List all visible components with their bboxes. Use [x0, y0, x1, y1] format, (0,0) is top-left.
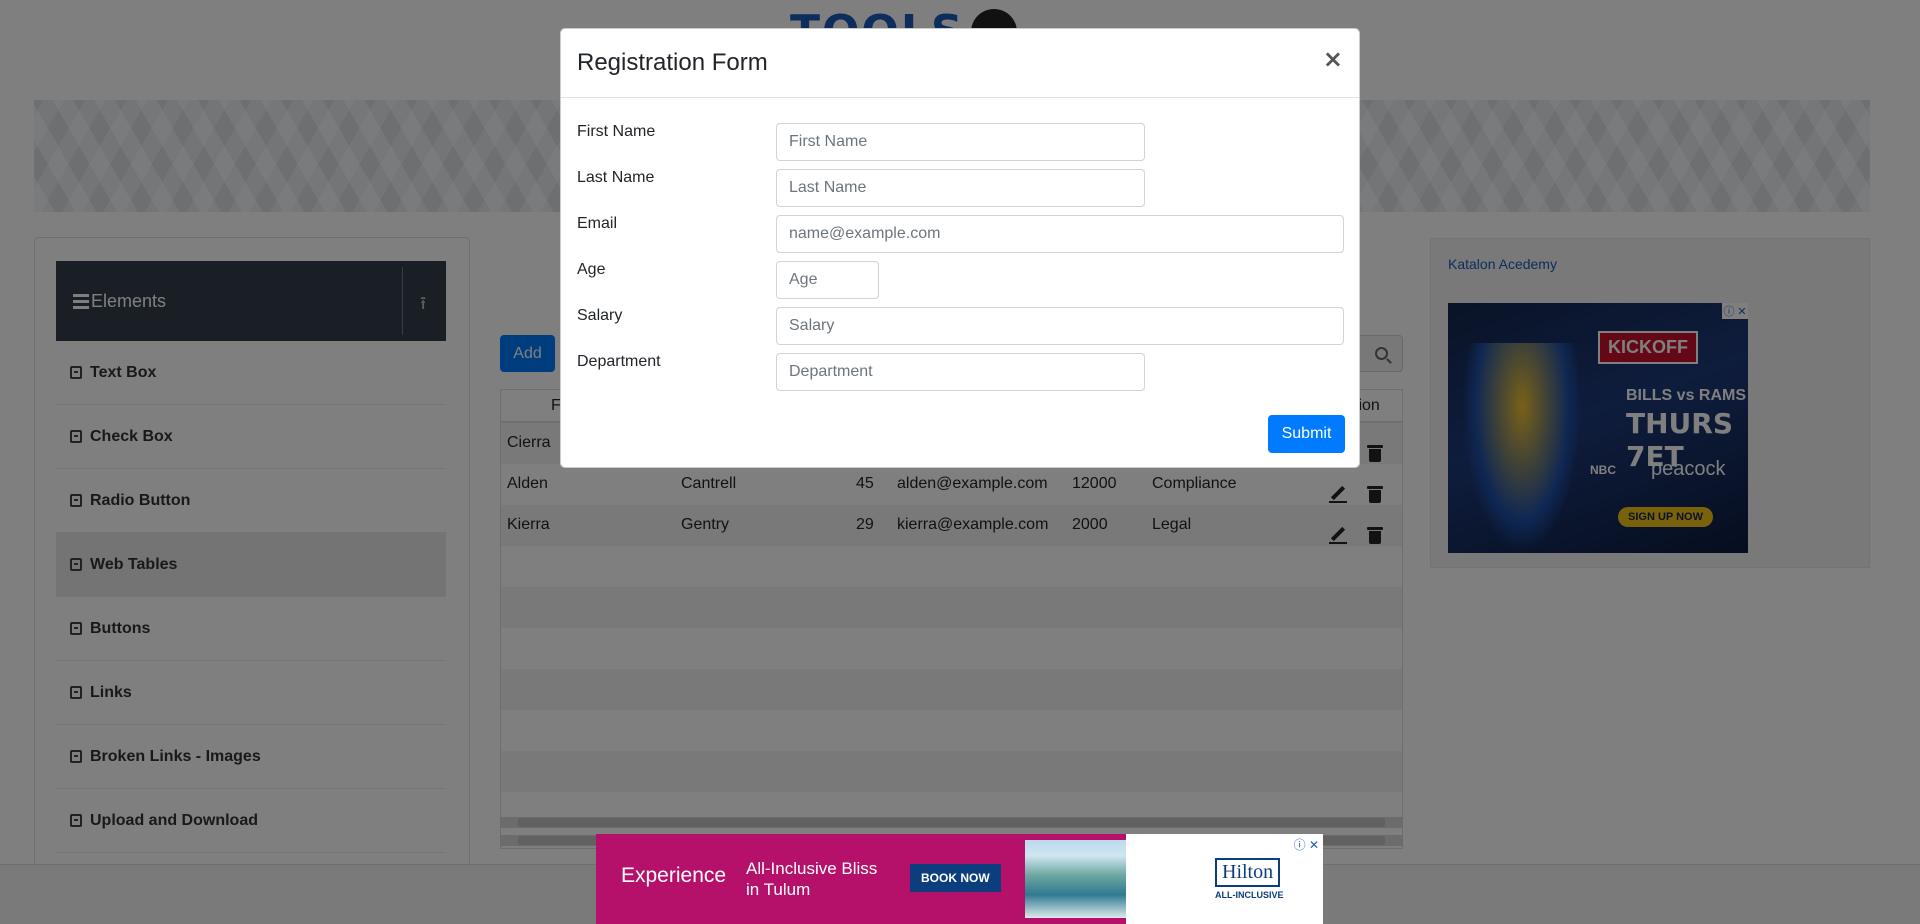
modal-header: Registration Form ×: [561, 29, 1359, 98]
hilton-subtitle: ALL-INCLUSIVE: [1215, 890, 1284, 900]
department-input[interactable]: [776, 353, 1145, 391]
first-name-input[interactable]: [776, 123, 1145, 161]
ad-headline: All-Inclusive Bliss in Tulum: [746, 859, 878, 899]
book-now-button[interactable]: BOOK NOW: [910, 864, 1001, 892]
salary-label: Salary: [577, 307, 623, 324]
age-input[interactable]: [776, 261, 879, 299]
last-name-label: Last Name: [577, 169, 655, 186]
email-label: Email: [577, 215, 618, 232]
modal-title: Registration Form: [577, 49, 768, 76]
last-name-input[interactable]: [776, 169, 1145, 207]
hilton-bottom-ad[interactable]: Experience All-Inclusive Bliss in Tulum …: [596, 834, 1323, 924]
age-label: Age: [577, 261, 606, 278]
registration-form-modal: Registration Form × First Name Last Name…: [560, 28, 1360, 468]
ad-close-icon[interactable]: ⓘ ✕: [1294, 836, 1319, 853]
hilton-logo: Hilton: [1215, 858, 1281, 887]
close-icon[interactable]: ×: [1323, 47, 1343, 71]
email-input[interactable]: [776, 215, 1344, 253]
department-label: Department: [577, 353, 661, 370]
submit-button[interactable]: Submit: [1268, 415, 1345, 453]
salary-input[interactable]: [776, 307, 1344, 345]
ad-lead-text: Experience: [621, 864, 727, 887]
first-name-label: First Name: [577, 123, 656, 140]
